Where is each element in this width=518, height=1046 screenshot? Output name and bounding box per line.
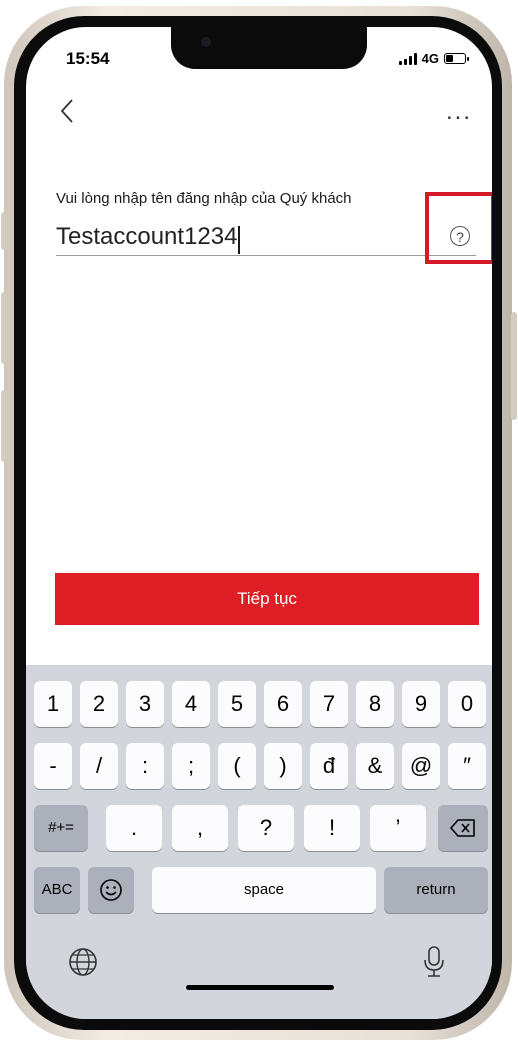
key[interactable]: /: [80, 743, 118, 789]
network-type: 4G: [421, 51, 439, 66]
help-highlight-box: [425, 192, 492, 264]
symbols-toggle-key[interactable]: #+=: [34, 805, 88, 851]
emoji-icon: [100, 879, 122, 901]
key[interactable]: 6: [264, 681, 302, 727]
key[interactable]: 4: [172, 681, 210, 727]
volume-up-button: [1, 292, 7, 364]
key[interactable]: 7: [310, 681, 348, 727]
key[interactable]: .: [106, 805, 162, 851]
status-time: 15:54: [66, 49, 110, 68]
username-label: Vui lòng nhập tên đăng nhập của Quý khác…: [56, 190, 352, 207]
space-key[interactable]: space: [152, 867, 376, 913]
username-value: Testaccount1234: [56, 223, 238, 250]
dictation-button[interactable]: [422, 945, 446, 984]
camera-icon: [201, 37, 211, 47]
key[interactable]: ?: [238, 805, 294, 851]
screen: 15:54 4G ... Vui lòng nhập tên đăng nhập…: [26, 27, 492, 1019]
key[interactable]: 3: [126, 681, 164, 727]
key[interactable]: ″: [448, 743, 486, 789]
more-options-button[interactable]: ...: [446, 100, 472, 124]
home-indicator[interactable]: [186, 985, 334, 990]
power-button: [511, 312, 517, 420]
chevron-left-icon: [60, 99, 73, 123]
key[interactable]: đ: [310, 743, 348, 789]
backspace-key[interactable]: [438, 805, 488, 851]
battery-icon: [444, 53, 469, 64]
microphone-icon: [424, 946, 444, 977]
signal-icon: [398, 52, 417, 65]
notch: [171, 27, 367, 69]
status-indicators: 4G: [398, 51, 469, 66]
continue-button[interactable]: Tiếp tục: [55, 573, 479, 625]
key[interactable]: (: [218, 743, 256, 789]
action-button: [1, 212, 7, 250]
key[interactable]: :: [126, 743, 164, 789]
key[interactable]: 5: [218, 681, 256, 727]
key[interactable]: -: [34, 743, 72, 789]
key[interactable]: ,: [172, 805, 228, 851]
key[interactable]: 0: [448, 681, 486, 727]
key[interactable]: ’: [370, 805, 426, 851]
key[interactable]: &: [356, 743, 394, 789]
volume-down-button: [1, 390, 7, 462]
return-key[interactable]: return: [384, 867, 488, 913]
backspace-icon: [450, 819, 475, 837]
key[interactable]: 1: [34, 681, 72, 727]
username-input[interactable]: Testaccount1234 ?: [56, 219, 476, 256]
text-cursor: [238, 225, 241, 254]
key[interactable]: 8: [356, 681, 394, 727]
globe-icon: [69, 948, 97, 976]
key[interactable]: ;: [172, 743, 210, 789]
key[interactable]: !: [304, 805, 360, 851]
keyboard: 1 2 3 4 5 6 7 8 9 0 - / : ; ( ) đ & @ ″ …: [26, 665, 492, 1019]
abc-key[interactable]: ABC: [34, 867, 80, 913]
key[interactable]: ): [264, 743, 302, 789]
globe-button[interactable]: [68, 947, 98, 982]
key[interactable]: 2: [80, 681, 118, 727]
back-button[interactable]: [56, 97, 80, 125]
key[interactable]: @: [402, 743, 440, 789]
emoji-key[interactable]: [88, 867, 134, 913]
key[interactable]: 9: [402, 681, 440, 727]
